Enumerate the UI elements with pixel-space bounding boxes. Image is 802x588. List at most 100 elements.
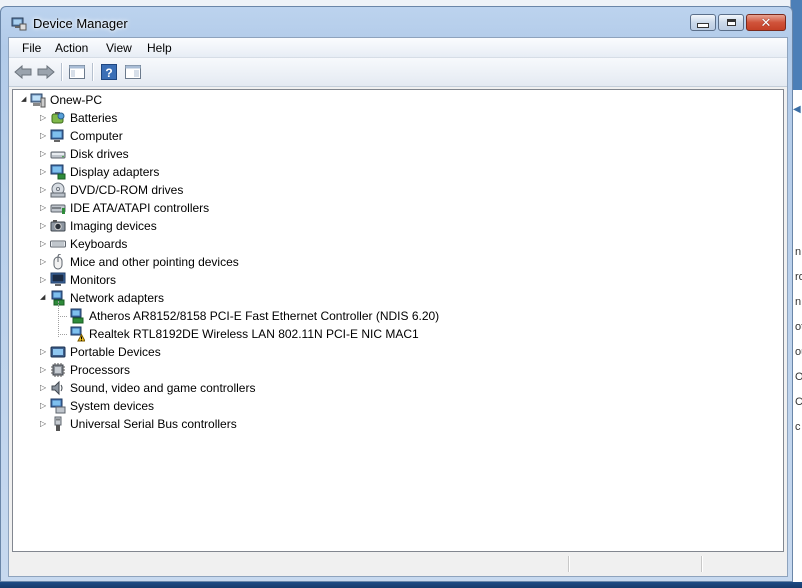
properties-pane-button[interactable] bbox=[123, 62, 143, 82]
menu-file[interactable]: File bbox=[22, 41, 41, 55]
monitor-icon bbox=[50, 272, 66, 288]
expand-arrow-icon[interactable]: ▷ bbox=[40, 379, 49, 397]
tree-item-label: Portable Devices bbox=[70, 345, 161, 359]
expand-arrow-icon[interactable]: ▷ bbox=[40, 235, 49, 253]
tree-item-label: Batteries bbox=[70, 111, 118, 125]
help-button[interactable]: ? bbox=[99, 62, 119, 82]
tree-category[interactable]: ▷ Keyboards bbox=[13, 235, 783, 253]
tree-category[interactable]: ▷ Processors bbox=[13, 361, 783, 379]
expand-arrow-icon[interactable]: ▷ bbox=[40, 127, 49, 145]
tree-device[interactable]: Atheros AR8152/8158 PCI-E Fast Ethernet … bbox=[13, 307, 783, 325]
background-text-fragment: ot bbox=[795, 321, 802, 333]
background-text-fragment: C bbox=[795, 396, 802, 408]
system-device-icon bbox=[50, 398, 66, 414]
tree-item-label: Atheros AR8152/8158 PCI-E Fast Ethernet … bbox=[89, 309, 440, 323]
network-adapter-icon bbox=[69, 308, 85, 324]
tree-category[interactable]: ▷ IDE ATA/ATAPI controllers bbox=[13, 199, 783, 217]
tree-category[interactable]: ▷ Universal Serial Bus controllers bbox=[13, 415, 783, 433]
tree-item-label: DVD/CD-ROM drives bbox=[70, 183, 184, 197]
mouse-icon bbox=[50, 253, 66, 270]
computer-icon bbox=[50, 128, 66, 144]
menu-bar: File Action View Help bbox=[9, 38, 787, 58]
tree-item-label: Sound, video and game controllers bbox=[70, 381, 256, 395]
expand-arrow-icon[interactable]: ▷ bbox=[40, 217, 49, 235]
menu-action[interactable]: Action bbox=[55, 41, 88, 55]
expand-arrow-icon[interactable]: ▷ bbox=[40, 145, 49, 163]
window-title: Device Manager bbox=[33, 16, 128, 31]
collapse-arrow-icon[interactable]: ◢ bbox=[21, 91, 30, 109]
tree-connector bbox=[58, 334, 67, 335]
tree-category[interactable]: ▷ Batteries bbox=[13, 109, 783, 127]
background-window-text: n ro n ot ou Op Cc bbox=[795, 240, 802, 440]
device-tree[interactable]: ◢ Onew-PC ▷ Batteries ▷ Computer ▷ Disk drives ▷… bbox=[12, 89, 784, 552]
minimize-icon bbox=[697, 23, 709, 28]
status-bar bbox=[12, 554, 784, 574]
portable-device-icon bbox=[50, 344, 66, 360]
expand-arrow-icon[interactable]: ▷ bbox=[40, 199, 49, 217]
tree-category[interactable]: ▷ Mice and other pointing devices bbox=[13, 253, 783, 271]
expand-arrow-icon[interactable]: ▷ bbox=[40, 109, 49, 127]
minimize-button[interactable] bbox=[690, 14, 716, 31]
keyboard-icon bbox=[50, 236, 66, 252]
tree-category[interactable]: ▷ Computer bbox=[13, 127, 783, 145]
processor-icon bbox=[50, 362, 66, 378]
background-text-fragment: ou bbox=[795, 346, 802, 358]
back-button[interactable] bbox=[13, 62, 33, 82]
expand-arrow-icon[interactable]: ▷ bbox=[40, 181, 49, 199]
tree-item-label: Onew-PC bbox=[50, 93, 103, 107]
tree-item-label: Imaging devices bbox=[70, 219, 157, 233]
expand-arrow-icon[interactable]: ▷ bbox=[40, 415, 49, 433]
close-button[interactable]: ✕ bbox=[746, 14, 786, 31]
expand-arrow-icon[interactable]: ▷ bbox=[40, 163, 49, 181]
maximize-button[interactable] bbox=[718, 14, 744, 31]
taskbar bbox=[0, 582, 802, 588]
svg-text:?: ? bbox=[105, 66, 112, 80]
tree-root-computer[interactable]: ◢ Onew-PC bbox=[13, 91, 783, 109]
title-bar[interactable]: Device Manager ✕ bbox=[1, 7, 792, 37]
tree-category[interactable]: ▷ Imaging devices bbox=[13, 217, 783, 235]
tree-item-label: Network adapters bbox=[70, 291, 165, 305]
network-adapter-warning-icon bbox=[69, 326, 86, 342]
dvd-drive-icon bbox=[50, 182, 66, 198]
tree-category[interactable]: ▷ Sound, video and game controllers bbox=[13, 379, 783, 397]
back-icon bbox=[14, 65, 32, 79]
tree-item-label: Disk drives bbox=[70, 147, 129, 161]
tree-item-label: Processors bbox=[70, 363, 131, 377]
toolbar: ? bbox=[9, 58, 787, 87]
tree-category[interactable]: ▷ Portable Devices bbox=[13, 343, 783, 361]
tree-category[interactable]: ▷ Monitors bbox=[13, 271, 783, 289]
menu-view[interactable]: View bbox=[106, 41, 132, 55]
collapse-arrow-icon[interactable]: ◢ bbox=[40, 289, 49, 307]
show-hide-console-tree-button[interactable] bbox=[67, 62, 87, 82]
background-text-fragment: ro bbox=[795, 271, 802, 283]
background-text-fragment: n bbox=[795, 246, 802, 258]
ide-controller-icon bbox=[50, 200, 66, 216]
tree-item-label: Keyboards bbox=[70, 237, 128, 251]
expand-arrow-icon[interactable]: ▷ bbox=[40, 361, 49, 379]
computer-root-icon bbox=[30, 92, 46, 108]
tree-item-label: IDE ATA/ATAPI controllers bbox=[70, 201, 210, 215]
tree-item-label: Realtek RTL8192DE Wireless LAN 802.11N P… bbox=[89, 327, 419, 341]
battery-icon bbox=[50, 110, 66, 126]
close-icon: ✕ bbox=[760, 15, 772, 30]
properties-pane-icon bbox=[125, 65, 141, 79]
tree-item-label: Universal Serial Bus controllers bbox=[70, 417, 237, 431]
tree-category[interactable]: ▷ Disk drives bbox=[13, 145, 783, 163]
client-area: File Action View Help ? ◢ Onew-PC ▷ Batt… bbox=[8, 37, 788, 577]
tree-category[interactable]: ▷ DVD/CD-ROM drives bbox=[13, 181, 783, 199]
expand-arrow-icon[interactable]: ▷ bbox=[40, 253, 49, 271]
tree-category[interactable]: ▷ Display adapters bbox=[13, 163, 783, 181]
tree-device-warning[interactable]: Realtek RTL8192DE Wireless LAN 802.11N P… bbox=[13, 325, 783, 343]
forward-button[interactable] bbox=[36, 62, 56, 82]
menu-help[interactable]: Help bbox=[147, 41, 172, 55]
tree-category[interactable]: ◢ Network adapters bbox=[13, 289, 783, 307]
device-manager-icon bbox=[11, 17, 27, 31]
expand-arrow-icon[interactable]: ▷ bbox=[40, 397, 49, 415]
tree-item-label: Monitors bbox=[70, 273, 117, 287]
background-text-fragment: Op bbox=[795, 371, 802, 383]
expand-arrow-icon[interactable]: ▷ bbox=[40, 343, 49, 361]
device-manager-window: Device Manager ✕ File Action View Help ?… bbox=[0, 6, 793, 582]
tree-category[interactable]: ▷ System devices bbox=[13, 397, 783, 415]
tree-item-label: Mice and other pointing devices bbox=[70, 255, 239, 269]
expand-arrow-icon[interactable]: ▷ bbox=[40, 271, 49, 289]
